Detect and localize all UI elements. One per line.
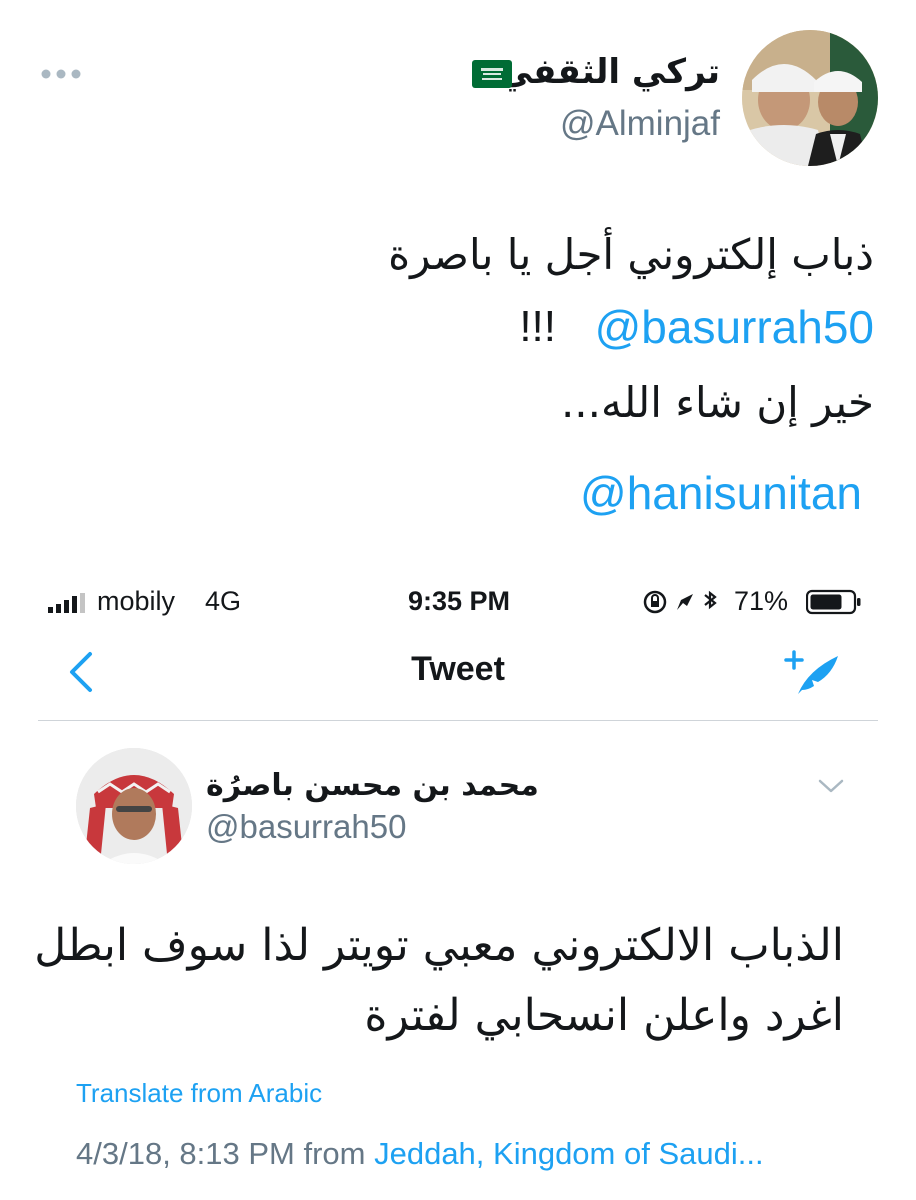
inner-tweet-line: الذباب الالكتروني معبي تويتر لذا سوف ابط… <box>34 920 844 971</box>
network-label: 4G <box>205 586 242 616</box>
more-icon[interactable] <box>40 66 82 80</box>
outer-author-handle[interactable]: @Alminjaf <box>560 104 720 144</box>
location-link[interactable]: Jeddah, Kingdom of Saudi... <box>374 1136 763 1171</box>
carrier-label: mobily <box>97 586 176 616</box>
inner-tweet-line: اغرد واعلن انسحابي لفترة <box>364 990 844 1041</box>
battery-icon <box>805 589 862 615</box>
nav-title: Tweet <box>411 650 505 688</box>
outer-tweet-line: ذباب إلكتروني أجل يا باصرة <box>388 230 874 279</box>
inner-author-handle[interactable]: @basurrah50 <box>206 808 406 846</box>
mention-link[interactable]: @hanisunitan <box>580 466 862 520</box>
nav-divider <box>38 720 878 721</box>
flag-icon <box>472 60 512 88</box>
chevron-down-icon[interactable] <box>816 776 846 796</box>
outer-tweet-line: خير إن شاء الله... <box>560 378 874 427</box>
signal-icon <box>48 593 88 613</box>
status-icons <box>643 588 727 616</box>
outer-avatar[interactable] <box>742 30 878 166</box>
inner-author-name[interactable]: محمد بن محسن باصرُة <box>206 768 539 803</box>
translate-link[interactable]: Translate from Arabic <box>76 1078 322 1109</box>
inner-avatar[interactable] <box>76 748 192 864</box>
outer-tweet-exclamation: !!! <box>519 302 556 351</box>
status-time: 9:35 PM <box>408 586 511 616</box>
tweet-meta: 4/3/18, 8:13 PM from Jeddah, Kingdom of … <box>76 1136 764 1172</box>
outer-author-name[interactable]: تركي الثقفي <box>498 52 720 92</box>
compose-icon[interactable] <box>784 648 844 698</box>
timestamp: 4/3/18, 8:13 PM from <box>76 1136 375 1171</box>
mention-link[interactable]: @basurrah50 <box>595 300 874 354</box>
battery-percent: 71% <box>734 586 789 616</box>
